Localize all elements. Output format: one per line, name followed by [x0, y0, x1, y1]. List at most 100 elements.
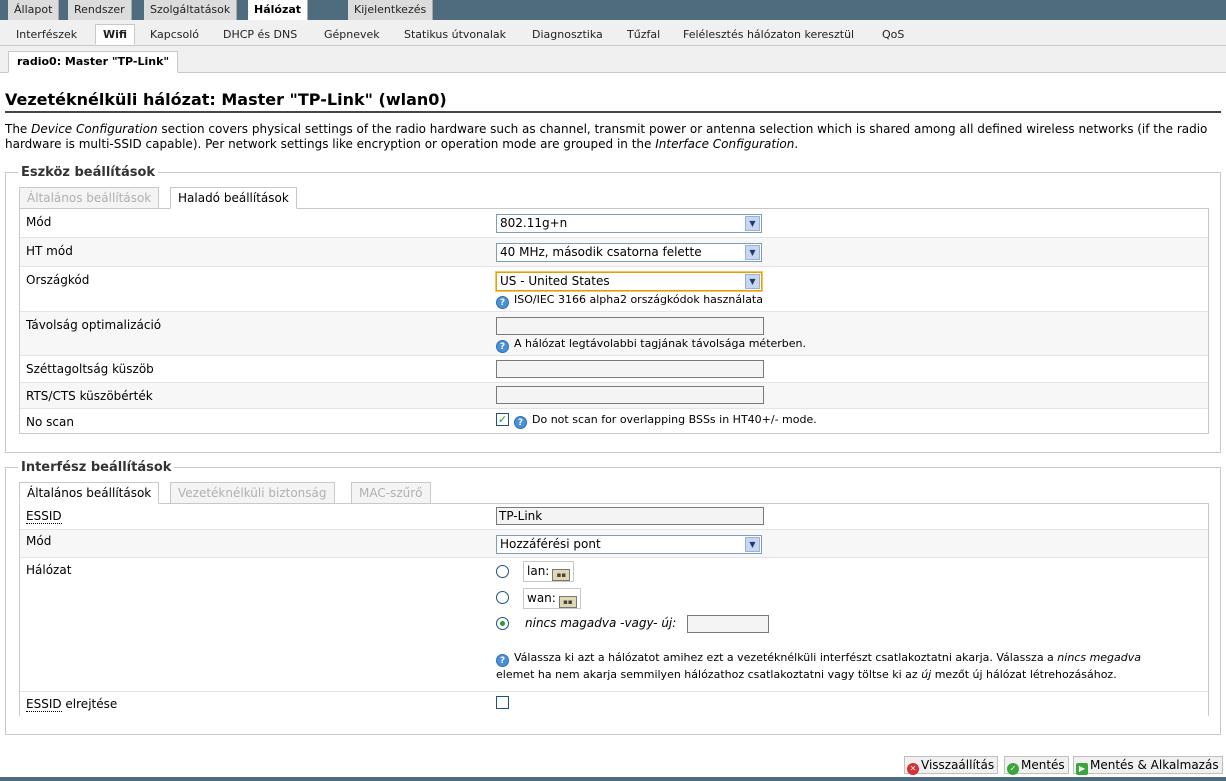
device-config-fieldset: Eszköz beállítások Általános beállítások…: [5, 165, 1221, 453]
chevron-down-icon: ▼: [745, 216, 760, 231]
network-wan-option[interactable]: wan: ▪▪: [523, 588, 581, 609]
sub-menu-bar: Interfészek Wifi Kapcsoló DHCP és DNS Gé…: [0, 20, 1226, 46]
device-config-panel: Mód 802.11g+n ▼ HT mód 40 MHz, második cs…: [19, 208, 1209, 434]
network-lan-label: lan:: [527, 564, 550, 578]
distance-hint: ? A hálózat legtávolabbi tagjának távolsá…: [496, 337, 806, 353]
noscan-checkbox[interactable]: ✓: [496, 413, 509, 426]
hide-essid-label-text: elrejtése: [61, 697, 118, 711]
mode-select-value: 802.11g+n: [500, 216, 568, 230]
distance-label: Távolság optimalizáció: [26, 318, 162, 332]
save-apply-button[interactable]: ▶ Mentés & Alkalmazás: [1073, 756, 1223, 775]
hide-essid-label: ESSID elrejtése: [26, 697, 118, 712]
sub-tab-hostnames[interactable]: Gépnevek: [317, 25, 387, 46]
reset-button-label: Visszaállítás: [921, 758, 995, 772]
save-button[interactable]: ✓ Mentés: [1004, 756, 1069, 775]
tab-iface-general[interactable]: Általános beállítások: [19, 482, 160, 504]
description-em-2: Interface Configuration: [655, 137, 795, 151]
bottom-bar: [0, 777, 1226, 781]
essid-input[interactable]: TP-Link: [496, 507, 764, 525]
country-hint-text: ISO/IEC 3166 alpha2 országkódok használa…: [514, 293, 763, 306]
main-tab-services[interactable]: Szolgáltatások: [144, 0, 238, 20]
iface-mode-select[interactable]: Hozzáférési pont ▼: [496, 535, 762, 554]
main-tab-status[interactable]: Állapot: [8, 0, 60, 20]
reset-icon: ✕: [907, 763, 919, 775]
save-apply-button-label: Mentés & Alkalmazás: [1090, 758, 1219, 772]
network-lan-option[interactable]: lan: ▪▪: [523, 561, 575, 582]
fragmentation-label: Széttagoltság küszöb: [26, 362, 154, 376]
sub-tab-switch[interactable]: Kapcsoló: [143, 25, 206, 46]
mode-label: Mód: [26, 215, 52, 229]
network-hint-text-1: Válassza ki azt a hálózatot amihez ezt a…: [514, 651, 1058, 664]
interface-config-panel: ESSID TP-Link Mód Hozzáférési pont ▼ Háló…: [19, 503, 1209, 716]
chevron-down-icon: ▼: [745, 245, 760, 260]
ht-mode-select[interactable]: 40 MHz, második csatorna felette ▼: [496, 243, 762, 262]
row-country: Országkód US - United States ▼ ? ISO/IEC 3…: [20, 267, 1208, 312]
network-new-radio[interactable]: [496, 617, 509, 630]
essid-label: ESSID: [26, 509, 62, 524]
row-fragmentation: Széttagoltság küszöb: [20, 356, 1208, 383]
sub-tab-firewall[interactable]: Tűzfal: [620, 25, 667, 46]
network-new-input[interactable]: [687, 615, 769, 633]
sub-tab-wake-on-lan[interactable]: Felélesztés hálózaton keresztül: [676, 25, 861, 46]
chevron-down-icon: ▼: [745, 274, 760, 289]
reset-button[interactable]: ✕ Visszaállítás: [904, 756, 999, 775]
help-icon: ?: [514, 416, 527, 429]
title-divider: [5, 111, 1221, 113]
noscan-hint-text: Do not scan for overlapping BSSs in HT40…: [532, 413, 817, 426]
interface-config-tabs: Általános beállítások Vezetéknélküli biz…: [19, 482, 439, 504]
fragmentation-input[interactable]: [496, 360, 764, 378]
description-em-1: Device Configuration: [31, 122, 158, 136]
noscan-label: No scan: [26, 415, 74, 429]
row-noscan: No scan ✓ ? Do not scan for overlapping B…: [20, 409, 1208, 434]
tab-general-setup[interactable]: Általános beállítások: [19, 187, 160, 209]
help-icon: ?: [496, 340, 509, 353]
row-essid: ESSID TP-Link: [20, 504, 1208, 530]
country-select[interactable]: US - United States ▼: [496, 272, 762, 291]
description-text-3: .: [794, 137, 799, 151]
sub-tab-interfaces[interactable]: Interfészek: [9, 25, 84, 46]
main-tab-system[interactable]: Rendszer: [68, 0, 132, 20]
network-icon: ▪▪: [558, 596, 577, 608]
country-select-value: US - United States: [500, 274, 610, 288]
iface-mode-select-value: Hozzáférési pont: [500, 537, 601, 551]
sub-tab-wifi[interactable]: Wifi: [95, 24, 136, 45]
tab-wireless-security[interactable]: Vezetéknélküli biztonság: [170, 482, 335, 504]
network-label: Hálózat: [26, 563, 72, 577]
row-ht-mode: HT mód 40 MHz, második csatorna felette ▼: [20, 238, 1208, 267]
mode-select[interactable]: 802.11g+n ▼: [496, 214, 762, 233]
radio-tab[interactable]: radio0: Master "TP-Link": [8, 51, 179, 73]
row-distance: Távolság optimalizáció ? A hálózat legtáv…: [20, 312, 1208, 356]
ht-mode-select-value: 40 MHz, második csatorna felette: [500, 245, 702, 259]
network-hint-text-3: mezőt új hálózat létrehozásához.: [931, 668, 1117, 681]
hide-essid-label-abbr: ESSID: [26, 697, 62, 712]
noscan-hint: ? Do not scan for overlapping BSSs in HT4…: [514, 413, 817, 429]
network-hint-em-2: új: [921, 668, 932, 681]
sub-tab-diagnostics[interactable]: Diagnosztika: [525, 25, 610, 46]
hide-essid-checkbox[interactable]: [496, 696, 509, 709]
country-label: Országkód: [26, 273, 90, 287]
ht-mode-label: HT mód: [26, 244, 73, 258]
interface-config-legend: Interfész beállítások: [18, 460, 175, 475]
apply-icon: ▶: [1076, 763, 1088, 775]
network-wan-radio[interactable]: [496, 591, 509, 604]
help-icon: ?: [496, 296, 509, 309]
network-new-label: nincs magadva -vagy- új:: [525, 616, 677, 630]
row-network: Hálózat lan: ▪▪ wan: ▪▪ nincs magadva -vag…: [20, 558, 1208, 692]
tab-advanced-setup[interactable]: Haladó beállítások: [170, 187, 297, 209]
row-hide-essid: ESSID elrejtése: [20, 692, 1208, 716]
device-config-legend: Eszköz beállítások: [18, 165, 159, 180]
sub-tab-dhcp-dns[interactable]: DHCP és DNS: [216, 25, 304, 46]
distance-input[interactable]: [496, 317, 764, 335]
iface-mode-label: Mód: [26, 534, 52, 548]
save-icon: ✓: [1007, 763, 1019, 775]
main-tab-logout[interactable]: Kijelentkezés: [348, 0, 434, 20]
rts-cts-input[interactable]: [496, 386, 764, 404]
tab-mac-filter[interactable]: MAC-szűrő: [351, 482, 431, 504]
network-lan-radio[interactable]: [496, 565, 509, 578]
sub-tab-static-routes[interactable]: Statikus útvonalak: [397, 25, 513, 46]
sub-tab-qos[interactable]: QoS: [875, 25, 911, 46]
main-menu-bar: Állapot Rendszer Szolgáltatások Hálózat …: [0, 0, 1226, 20]
description-text-1: The: [5, 122, 32, 136]
main-tab-network[interactable]: Hálózat: [248, 0, 309, 20]
chevron-down-icon: ▼: [745, 537, 760, 552]
